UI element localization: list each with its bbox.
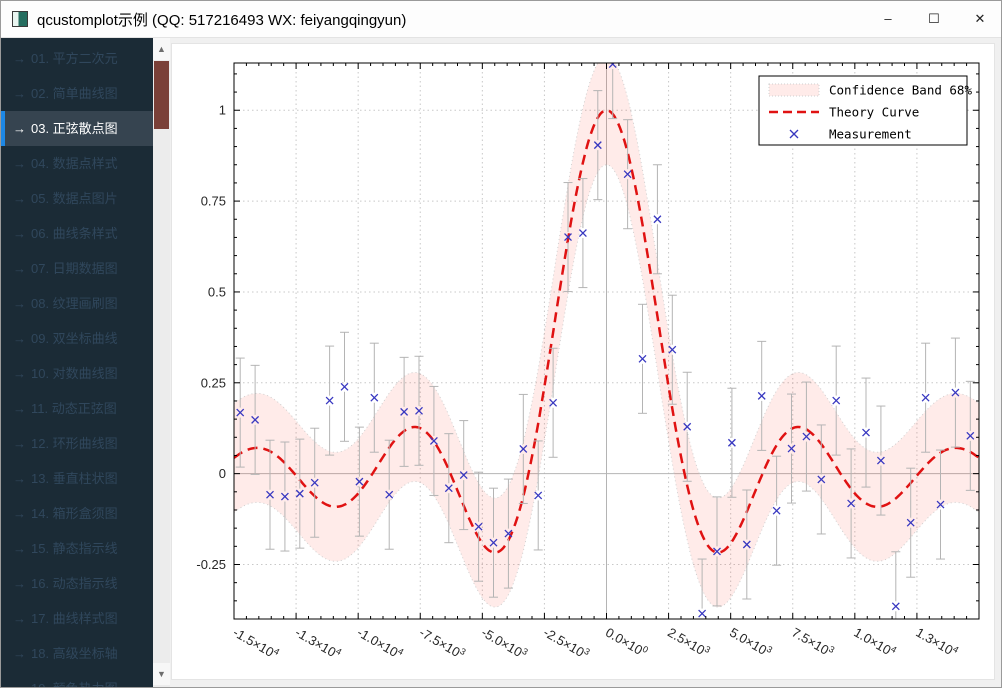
maximize-button[interactable]: ☐ xyxy=(911,1,957,37)
sidebar-item-label: 14. 箱形盒须图 xyxy=(31,496,118,531)
sidebar-item-04[interactable]: →04. 数据点样式 xyxy=(1,146,153,181)
sidebar-item-label: 18. 高级坐标轴 xyxy=(31,636,118,671)
x-tick-label: -1.3×104 xyxy=(293,624,344,663)
sidebar-item-07[interactable]: →07. 日期数据图 xyxy=(1,251,153,286)
x-tick-label: 1.3×104 xyxy=(913,624,960,660)
legend-band-swatch xyxy=(769,84,819,96)
scrollbar-up-icon[interactable]: ▲ xyxy=(153,38,170,60)
sidebar-item-18[interactable]: →18. 高级坐标轴 xyxy=(1,636,153,671)
sidebar-menu: →01. 平方二次元→02. 简单曲线图→03. 正弦散点图→04. 数据点样式… xyxy=(1,38,153,688)
sidebar-item-label: 15. 静态指示线 xyxy=(31,531,118,566)
sidebar-item-label: 10. 对数曲线图 xyxy=(31,356,118,391)
sidebar-item-17[interactable]: →17. 曲线样式图 xyxy=(1,601,153,636)
arrow-right-icon: → xyxy=(13,356,26,391)
arrow-right-icon: → xyxy=(13,76,26,111)
arrow-right-icon: → xyxy=(13,391,26,426)
minimize-button[interactable]: – xyxy=(865,1,911,37)
sidebar-item-03[interactable]: →03. 正弦散点图 xyxy=(1,111,153,146)
sidebar-item-14[interactable]: →14. 箱形盒须图 xyxy=(1,496,153,531)
sidebar-item-06[interactable]: →06. 曲线条样式 xyxy=(1,216,153,251)
scrollbar-down-icon[interactable]: ▼ xyxy=(153,663,170,685)
sidebar-item-10[interactable]: →10. 对数曲线图 xyxy=(1,356,153,391)
sidebar-item-label: 02. 简单曲线图 xyxy=(31,76,118,111)
arrow-right-icon: → xyxy=(13,496,26,531)
legend-label: Confidence Band 68% xyxy=(829,83,972,98)
sidebar-item-16[interactable]: →16. 动态指示线 xyxy=(1,566,153,601)
sidebar-item-label: 07. 日期数据图 xyxy=(31,251,118,286)
sidebar-item-15[interactable]: →15. 静态指示线 xyxy=(1,531,153,566)
y-tick-label: 0.25 xyxy=(201,375,226,390)
x-tick-label: 5.0×103 xyxy=(727,624,774,660)
close-button[interactable]: ✕ xyxy=(957,1,1002,37)
sidebar-item-05[interactable]: →05. 数据点图片 xyxy=(1,181,153,216)
x-tick-label: -2.5×103 xyxy=(541,624,592,663)
sidebar-item-label: 01. 平方二次元 xyxy=(31,41,118,76)
sidebar-item-label: 13. 垂直柱状图 xyxy=(31,461,118,496)
sidebar-item-label: 05. 数据点图片 xyxy=(31,181,118,216)
y-tick-label: 0 xyxy=(219,466,226,481)
window-title: qcustomplot示例 (QQ: 517216493 WX: feiyang… xyxy=(37,9,406,30)
sidebar-item-label: 11. 动态正弦图 xyxy=(31,391,117,426)
x-tick-label: 7.5×103 xyxy=(789,624,836,660)
arrow-right-icon: → xyxy=(13,566,26,601)
arrow-right-icon: → xyxy=(13,251,26,286)
x-tick-label: 2.5×103 xyxy=(665,624,712,660)
legend-label: Theory Curve xyxy=(829,105,919,120)
x-tick-label: 0.0×100 xyxy=(603,624,650,660)
sidebar-item-13[interactable]: →13. 垂直柱状图 xyxy=(1,461,153,496)
arrow-right-icon: → xyxy=(13,286,26,321)
arrow-right-icon: → xyxy=(13,216,26,251)
sidebar-item-label: 08. 纹理画刷图 xyxy=(31,286,118,321)
sidebar-item-19[interactable]: → 19. 颜色热力图 xyxy=(1,671,153,688)
arrow-right-icon: → xyxy=(13,41,26,76)
x-tick-label: -7.5×103 xyxy=(417,624,468,663)
arrow-right-icon: → xyxy=(13,601,26,636)
x-tick-label: -1.5×104 xyxy=(231,624,282,663)
legend-label: Measurement xyxy=(829,127,912,142)
y-tick-label: 0.75 xyxy=(201,194,226,209)
x-tick-label: -5.0×103 xyxy=(479,624,530,663)
x-tick-label: 1.0×104 xyxy=(851,624,898,660)
arrow-right-icon: → xyxy=(13,146,26,181)
arrow-right-icon: → xyxy=(13,461,26,496)
arrow-right-icon: → xyxy=(13,321,26,356)
sidebar-scrollbar: ▲ ▼ xyxy=(153,38,170,688)
arrow-right-icon: → xyxy=(13,181,26,216)
scrollbar-thumb[interactable] xyxy=(154,61,169,129)
arrow-right-icon: → xyxy=(13,671,26,688)
y-tick-label: 0.5 xyxy=(208,284,226,299)
arrow-right-icon: → xyxy=(13,111,26,146)
sidebar-item-08[interactable]: →08. 纹理画刷图 xyxy=(1,286,153,321)
sidebar-item-label: 03. 正弦散点图 xyxy=(31,111,118,146)
sidebar-item-12[interactable]: →12. 环形曲线图 xyxy=(1,426,153,461)
chart-panel: 1 0.75 0.5 0.25 0 -0.25 -1.5×104 -1.3×104 -1.0×1… xyxy=(171,43,995,680)
title-bar: qcustomplot示例 (QQ: 517216493 WX: feiyang… xyxy=(1,1,1002,38)
sidebar-item-label: 12. 环形曲线图 xyxy=(31,426,118,461)
sidebar-item-label: 19. 颜色热力图 xyxy=(31,671,118,688)
sidebar-item-09[interactable]: →09. 双坐标曲线 xyxy=(1,321,153,356)
y-tick-label: 1 xyxy=(219,103,226,118)
sidebar-item-01[interactable]: →01. 平方二次元 xyxy=(1,41,153,76)
sidebar-item-label: 06. 曲线条样式 xyxy=(31,216,118,251)
sidebar-item-label: 04. 数据点样式 xyxy=(31,146,118,181)
arrow-right-icon: → xyxy=(13,531,26,566)
x-tick-label: -1.0×104 xyxy=(355,624,406,663)
arrow-right-icon: → xyxy=(13,636,26,671)
sinc-scatter-plot[interactable]: 1 0.75 0.5 0.25 0 -0.25 -1.5×104 -1.3×104 -1.0×1… xyxy=(172,44,994,679)
sidebar-item-label: 17. 曲线样式图 xyxy=(31,601,118,636)
app-icon xyxy=(12,11,28,27)
y-tick-label: -0.25 xyxy=(196,557,226,572)
sidebar-item-02[interactable]: →02. 简单曲线图 xyxy=(1,76,153,111)
legend: Confidence Band 68% Theory Curve Measureme… xyxy=(759,76,972,145)
sidebar-item-label: 09. 双坐标曲线 xyxy=(31,321,118,356)
sidebar-item-11[interactable]: →11. 动态正弦图 xyxy=(1,391,153,426)
sidebar-item-label: 16. 动态指示线 xyxy=(31,566,118,601)
arrow-right-icon: → xyxy=(13,426,26,461)
app-window: qcustomplot示例 (QQ: 517216493 WX: feiyang… xyxy=(0,0,1002,688)
